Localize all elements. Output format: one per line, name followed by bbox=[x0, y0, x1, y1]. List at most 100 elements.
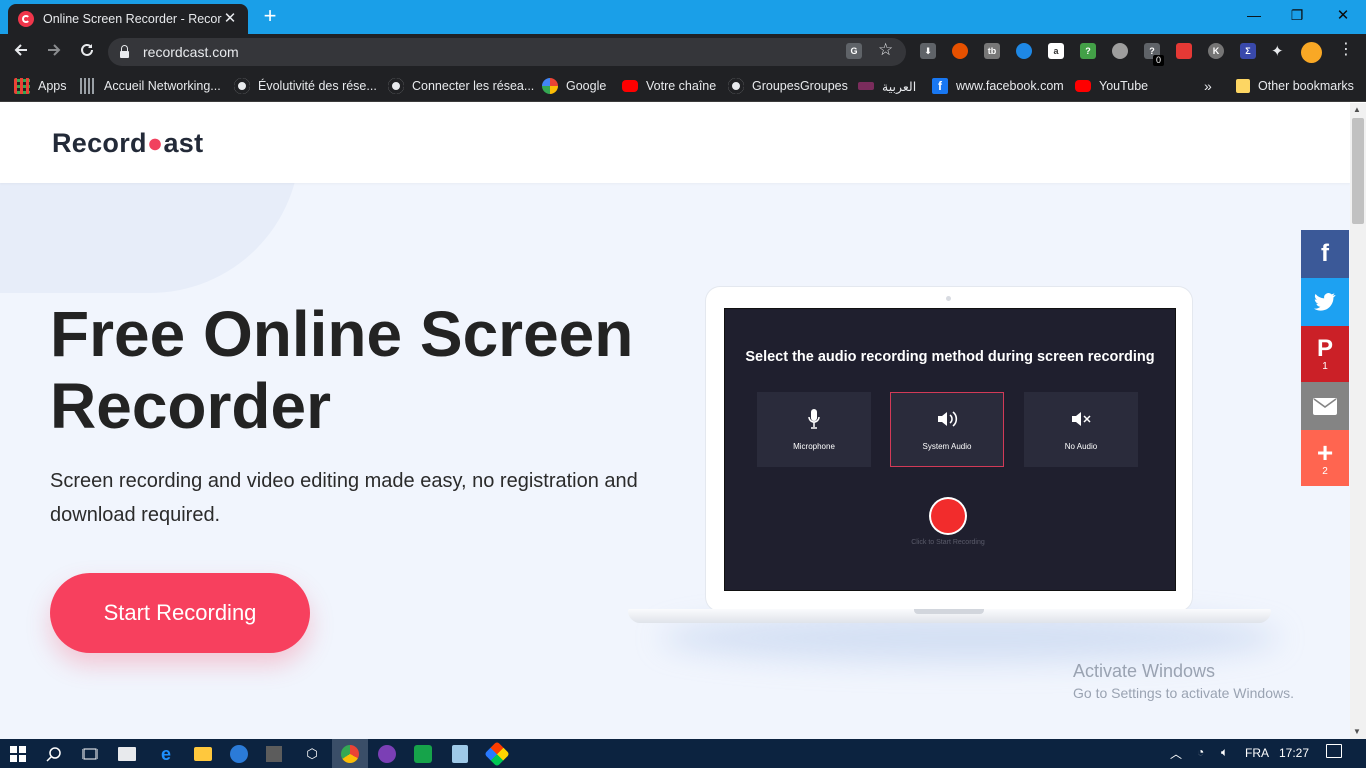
bookmark-connecter[interactable]: Connecter les résea... bbox=[388, 77, 534, 95]
recordcast-favicon-icon bbox=[18, 11, 34, 27]
active-tab[interactable]: Online Screen Recorder - Record ✕ bbox=[8, 4, 248, 34]
language-indicator[interactable]: FRA bbox=[1245, 746, 1269, 760]
bookmark-facebook[interactable]: f www.facebook.com bbox=[932, 77, 1064, 95]
globe-icon bbox=[234, 78, 250, 94]
camtasia-icon[interactable] bbox=[414, 745, 432, 763]
share-twitter-button[interactable] bbox=[1301, 278, 1349, 326]
close-window-button[interactable]: ✕ bbox=[1320, 0, 1366, 30]
audio-option-microphone: Microphone bbox=[757, 392, 871, 467]
record-icon bbox=[931, 499, 965, 533]
reload-icon bbox=[81, 43, 93, 56]
pinterest-count: 1 bbox=[1322, 361, 1328, 372]
show-hidden-icons-icon[interactable]: ︿ bbox=[1170, 745, 1182, 762]
page-content: Record●ast Free Online Screen Recorder S… bbox=[0, 103, 1350, 739]
bookmark-google[interactable]: Google bbox=[542, 77, 606, 95]
more-count: 2 bbox=[1322, 466, 1328, 477]
network-icon[interactable]: ◔ bbox=[1197, 745, 1204, 759]
bookmark-star-icon[interactable]: ☆ bbox=[878, 40, 893, 60]
question-extension-icon[interactable]: ? bbox=[1080, 43, 1096, 59]
share-facebook-button[interactable]: f bbox=[1301, 230, 1349, 278]
activate-windows-watermark: Activate Windows Go to Settings to activ… bbox=[1073, 661, 1294, 701]
browser-menu-icon[interactable]: ⋮ bbox=[1338, 41, 1354, 59]
download-extension-icon[interactable]: ⬇ bbox=[920, 43, 936, 59]
speaker-icon bbox=[936, 408, 958, 430]
globe-icon bbox=[388, 78, 404, 94]
sigma-extension-icon[interactable]: Σ bbox=[1240, 43, 1256, 59]
restore-button[interactable]: ❐ bbox=[1274, 0, 1320, 30]
share-pinterest-button[interactable]: P 1 bbox=[1301, 326, 1349, 382]
tor-icon[interactable] bbox=[378, 745, 396, 763]
share-email-button[interactable] bbox=[1301, 382, 1349, 430]
logo-record-icon: ● bbox=[146, 128, 164, 158]
mail-icon[interactable] bbox=[118, 747, 136, 761]
share-more-button[interactable]: + 2 bbox=[1301, 430, 1349, 486]
apps-grid-icon bbox=[14, 78, 30, 94]
back-arrow-icon bbox=[14, 44, 27, 56]
extension-badge: 0 bbox=[1153, 55, 1164, 66]
notepad-icon[interactable] bbox=[452, 745, 468, 763]
forward-arrow-icon bbox=[48, 44, 61, 56]
speaker-muted-icon bbox=[1070, 408, 1092, 430]
bookmark-votre-chaine[interactable]: Votre chaîne bbox=[622, 77, 716, 95]
edge-icon[interactable]: e bbox=[156, 744, 176, 764]
scrollbar-thumb[interactable] bbox=[1352, 118, 1364, 224]
translate-icon[interactable]: G bbox=[846, 43, 862, 59]
minimize-button[interactable]: — bbox=[1231, 0, 1277, 30]
extensions-puzzle-icon[interactable]: ✦ bbox=[1271, 42, 1284, 60]
search-icon[interactable] bbox=[44, 744, 64, 764]
bookmark-cisco[interactable]: Accueil Networking... bbox=[80, 77, 221, 95]
scroll-down-arrow-icon[interactable]: ▼ bbox=[1353, 727, 1361, 736]
amazon-extension-icon[interactable]: a bbox=[1048, 43, 1064, 59]
reload-button[interactable] bbox=[76, 41, 98, 63]
windows-taskbar: e ⬡ ︿ ◔ 🔈︎ FRA 17:27 bbox=[0, 739, 1366, 768]
new-tab-button[interactable]: + bbox=[258, 5, 282, 29]
cloud-extension-icon[interactable] bbox=[1112, 43, 1128, 59]
youtube-icon bbox=[622, 80, 638, 92]
bookmark-groupes[interactable]: GroupesGroupes bbox=[728, 77, 848, 95]
url-text: recordcast.com bbox=[143, 44, 239, 60]
profile-avatar[interactable] bbox=[1301, 42, 1322, 63]
hero-subtitle: Screen recording and video editing made … bbox=[50, 470, 638, 526]
browser-toolbar: recordcast.com G ☆ ⬇ tb a ? ? 0 K Σ ✦ ⋮ bbox=[0, 34, 1366, 70]
tb-extension-icon[interactable]: tb bbox=[984, 43, 1000, 59]
bookmarks-overflow-button[interactable]: » bbox=[1204, 77, 1212, 95]
audio-option-none: No Audio bbox=[1024, 392, 1138, 467]
bookmarks-bar: Apps Accueil Networking... Évolutivité d… bbox=[0, 70, 1366, 102]
file-explorer-icon[interactable] bbox=[194, 747, 212, 761]
microphone-icon bbox=[807, 408, 821, 430]
tab-strip: Online Screen Recorder - Record ✕ + — ❐ … bbox=[0, 0, 1366, 34]
bookmark-youtube[interactable]: YouTube bbox=[1075, 77, 1148, 95]
recordcast-logo[interactable]: Record●ast bbox=[52, 128, 203, 159]
notifications-icon[interactable] bbox=[1326, 744, 1342, 758]
cisco-icon bbox=[80, 78, 96, 94]
back-button[interactable] bbox=[10, 41, 32, 63]
volume-icon[interactable]: 🔈︎ bbox=[1221, 745, 1228, 760]
3d-viewer-icon[interactable]: ⬡ bbox=[302, 744, 322, 764]
bookmark-evolutivite[interactable]: Évolutivité des rése... bbox=[234, 77, 377, 95]
task-view-icon[interactable] bbox=[80, 744, 100, 764]
bookmark-arabic[interactable]: العربية bbox=[858, 77, 916, 95]
forward-button[interactable] bbox=[43, 41, 65, 63]
scroll-up-arrow-icon[interactable]: ▲ bbox=[1353, 105, 1361, 114]
windows-start-icon[interactable] bbox=[8, 744, 28, 764]
colorful-app-icon[interactable] bbox=[484, 741, 510, 767]
tab-close-icon[interactable]: ✕ bbox=[222, 11, 238, 27]
clock[interactable]: 17:27 bbox=[1279, 746, 1309, 760]
email-icon bbox=[1313, 397, 1337, 415]
chrome-taskbar-icon[interactable] bbox=[332, 739, 368, 768]
fox-extension-icon[interactable] bbox=[952, 43, 968, 59]
bookmark-apps[interactable]: Apps bbox=[14, 77, 67, 95]
folder-icon bbox=[1236, 79, 1250, 93]
store-icon[interactable] bbox=[266, 746, 282, 762]
address-bar[interactable]: recordcast.com bbox=[108, 38, 906, 66]
lock-icon bbox=[120, 44, 129, 58]
screen-extension-icon[interactable] bbox=[1176, 43, 1192, 59]
app-globe-icon[interactable] bbox=[230, 745, 248, 763]
compass-extension-icon[interactable] bbox=[1016, 43, 1032, 59]
other-bookmarks-folder[interactable]: Other bookmarks bbox=[1236, 77, 1354, 95]
profile-k-icon[interactable]: K bbox=[1208, 43, 1224, 59]
pinterest-icon: P bbox=[1316, 335, 1333, 362]
laptop-notch bbox=[914, 609, 984, 614]
globe-icon bbox=[728, 78, 744, 94]
start-recording-button[interactable]: Start Recording bbox=[50, 573, 310, 653]
